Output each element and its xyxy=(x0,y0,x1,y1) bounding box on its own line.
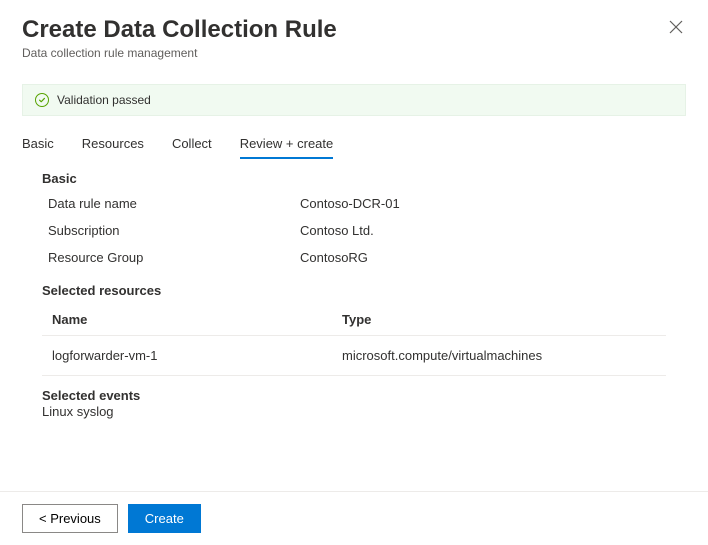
value-resource-group: ContosoRG xyxy=(300,250,368,265)
tabs: Basic Resources Collect Review + create xyxy=(0,116,708,159)
row-data-rule-name: Data rule name Contoso-DCR-01 xyxy=(42,196,666,211)
section-selected-events: Selected events Linux syslog xyxy=(42,388,666,419)
label-data-rule-name: Data rule name xyxy=(42,196,300,211)
col-type: Type xyxy=(342,312,371,327)
section-basic: Basic xyxy=(42,171,666,186)
selected-events-title: Selected events xyxy=(42,388,666,403)
close-button[interactable] xyxy=(666,18,686,38)
create-button[interactable]: Create xyxy=(128,504,201,533)
previous-button[interactable]: < Previous xyxy=(22,504,118,533)
cell-resource-name: logforwarder-vm-1 xyxy=(52,348,342,363)
row-subscription: Subscription Contoso Ltd. xyxy=(42,223,666,238)
value-data-rule-name: Contoso-DCR-01 xyxy=(300,196,400,211)
tab-resources[interactable]: Resources xyxy=(82,136,144,159)
tab-review-create[interactable]: Review + create xyxy=(240,136,334,159)
tab-basic[interactable]: Basic xyxy=(22,136,54,159)
label-resource-group: Resource Group xyxy=(42,250,300,265)
page-subtitle: Data collection rule management xyxy=(22,46,686,60)
footer: < Previous Create xyxy=(0,491,708,545)
page-title: Create Data Collection Rule xyxy=(22,16,686,44)
row-resource-group: Resource Group ContosoRG xyxy=(42,250,666,265)
table-row: logforwarder-vm-1 microsoft.compute/virt… xyxy=(42,335,666,376)
cell-resource-type: microsoft.compute/virtualmachines xyxy=(342,348,542,363)
section-selected-resources: Selected resources xyxy=(42,283,666,298)
check-circle-icon xyxy=(35,93,49,107)
value-subscription: Contoso Ltd. xyxy=(300,223,374,238)
selected-events-value: Linux syslog xyxy=(42,404,666,419)
close-icon xyxy=(669,20,683,37)
resources-table-header: Name Type xyxy=(42,304,666,335)
tab-collect[interactable]: Collect xyxy=(172,136,212,159)
validation-message: Validation passed xyxy=(57,93,151,107)
validation-banner: Validation passed xyxy=(22,84,686,116)
label-subscription: Subscription xyxy=(42,223,300,238)
col-name: Name xyxy=(52,312,342,327)
